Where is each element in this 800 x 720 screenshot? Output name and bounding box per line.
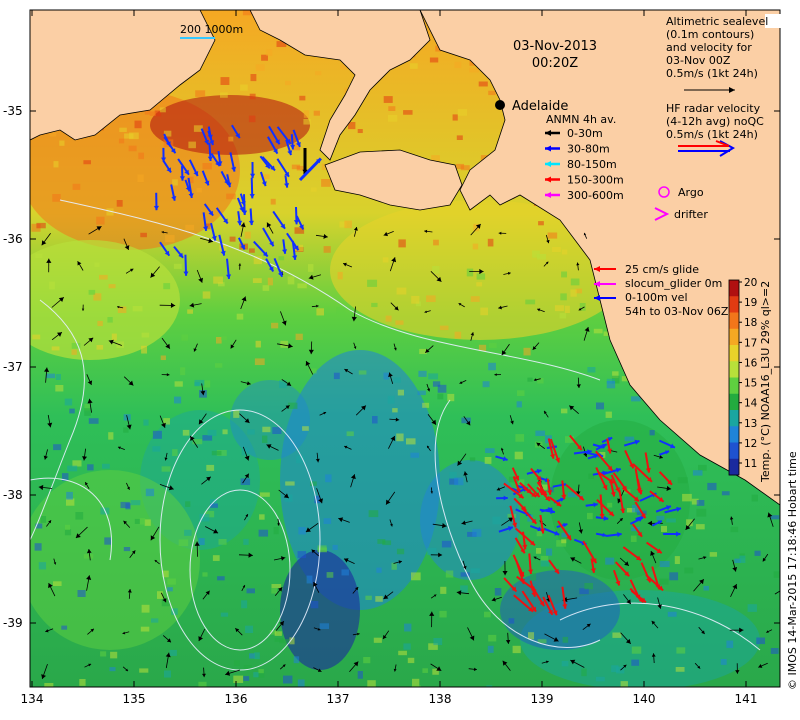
x-tick-label: 136	[225, 692, 248, 706]
adelaide-marker	[495, 100, 505, 110]
y-tick-label: -37	[3, 360, 23, 374]
city-label: Adelaide	[512, 99, 568, 114]
colorbar-segment	[729, 426, 739, 443]
svg-text:slocum_glider 0m: slocum_glider 0m	[625, 277, 722, 290]
x-tick-label: 140	[633, 692, 656, 706]
svg-text:150-300m: 150-300m	[567, 174, 624, 187]
svg-text:(4-12h avg) noQC: (4-12h avg) noQC	[666, 115, 764, 128]
colorbar-segment	[729, 361, 739, 378]
colorbar-tick-label: 18	[744, 317, 757, 329]
svg-text:03-Nov 00Z: 03-Nov 00Z	[666, 54, 731, 67]
scale-bar-label: 200 1000m	[180, 23, 243, 36]
y-tick-label: -38	[3, 488, 23, 502]
svg-text:25 cm/s glide: 25 cm/s glide	[625, 263, 699, 276]
colorbar-segment	[729, 393, 739, 411]
colorbar-segment	[729, 296, 739, 313]
colorbar-segment	[729, 377, 739, 395]
y-tick-label: -39	[3, 616, 23, 630]
colorbar-tick-label: 12	[744, 438, 757, 450]
x-tick-label: 141	[735, 692, 758, 706]
colorbar-tick-label: 19	[744, 297, 757, 309]
colorbar-segment	[729, 328, 739, 346]
sst-map-figure: 134 135 136 137 138 139 140 141 -35 -36 -37 -38 -39…	[0, 0, 800, 720]
y-tick-label: -35	[3, 104, 23, 118]
svg-text:0.5m/s (1kt 24h): 0.5m/s (1kt 24h)	[666, 67, 758, 80]
x-tick-label: 139	[531, 692, 554, 706]
x-tick-label: 134	[21, 692, 44, 706]
colorbar-tick-label: 16	[744, 357, 758, 369]
svg-text:and velocity for: and velocity for	[666, 41, 752, 54]
colorbar-tick-label: 11	[744, 458, 757, 470]
colorbar-tick-label: 14	[744, 398, 758, 410]
svg-text:0.5m/s (1kt 24h): 0.5m/s (1kt 24h)	[666, 128, 758, 141]
map-canvas: 134 135 136 137 138 139 140 141 -35 -36 -37 -38 -39…	[3, 9, 799, 706]
svg-text:54h to 03-Nov 06Z: 54h to 03-Nov 06Z	[625, 305, 729, 318]
anmn-title: ANMN 4h av.	[546, 113, 616, 126]
colorbar-label: Temp. (°C) NOAA16_L3U 29% ql>=2	[759, 281, 772, 483]
colorbar-tick-label: 13	[744, 418, 757, 430]
colorbar-tick-label: 15	[744, 378, 757, 390]
svg-text:300-600m: 300-600m	[567, 189, 624, 202]
svg-text:Altimetric sealevel: Altimetric sealevel	[666, 15, 768, 28]
colorbar-segment	[729, 345, 739, 362]
svg-text:(0.1m contours): (0.1m contours)	[666, 28, 754, 41]
colorbar-segment	[729, 312, 739, 330]
colorbar-tick-label: 20	[744, 277, 757, 289]
title-time: 00:20Z	[532, 56, 578, 71]
colorbar-segment	[729, 280, 739, 297]
svg-text:0-100m vel: 0-100m vel	[625, 291, 688, 304]
colorbar-segment	[729, 410, 739, 427]
depth-scale-bar: 200 1000m	[180, 23, 243, 39]
x-tick-label: 137	[327, 692, 350, 706]
svg-text:HF radar velocity: HF radar velocity	[666, 102, 761, 115]
svg-text:0-30m: 0-30m	[567, 127, 603, 140]
svg-text:drifter: drifter	[674, 208, 708, 221]
x-tick-label: 135	[123, 692, 146, 706]
y-tick-label: -36	[3, 232, 23, 246]
title-date: 03-Nov-2013	[513, 39, 597, 54]
svg-text:Argo: Argo	[678, 186, 704, 199]
credit-text: © IMOS 14-Mar-2015 17:18:46 Hobart time	[786, 451, 799, 690]
colorbar-segment	[729, 442, 739, 460]
colorbar-tick-label: 17	[744, 337, 757, 349]
svg-text:30-80m: 30-80m	[567, 143, 610, 156]
svg-text:80-150m: 80-150m	[567, 158, 617, 171]
colorbar-segment	[729, 458, 739, 476]
x-tick-label: 138	[429, 692, 452, 706]
